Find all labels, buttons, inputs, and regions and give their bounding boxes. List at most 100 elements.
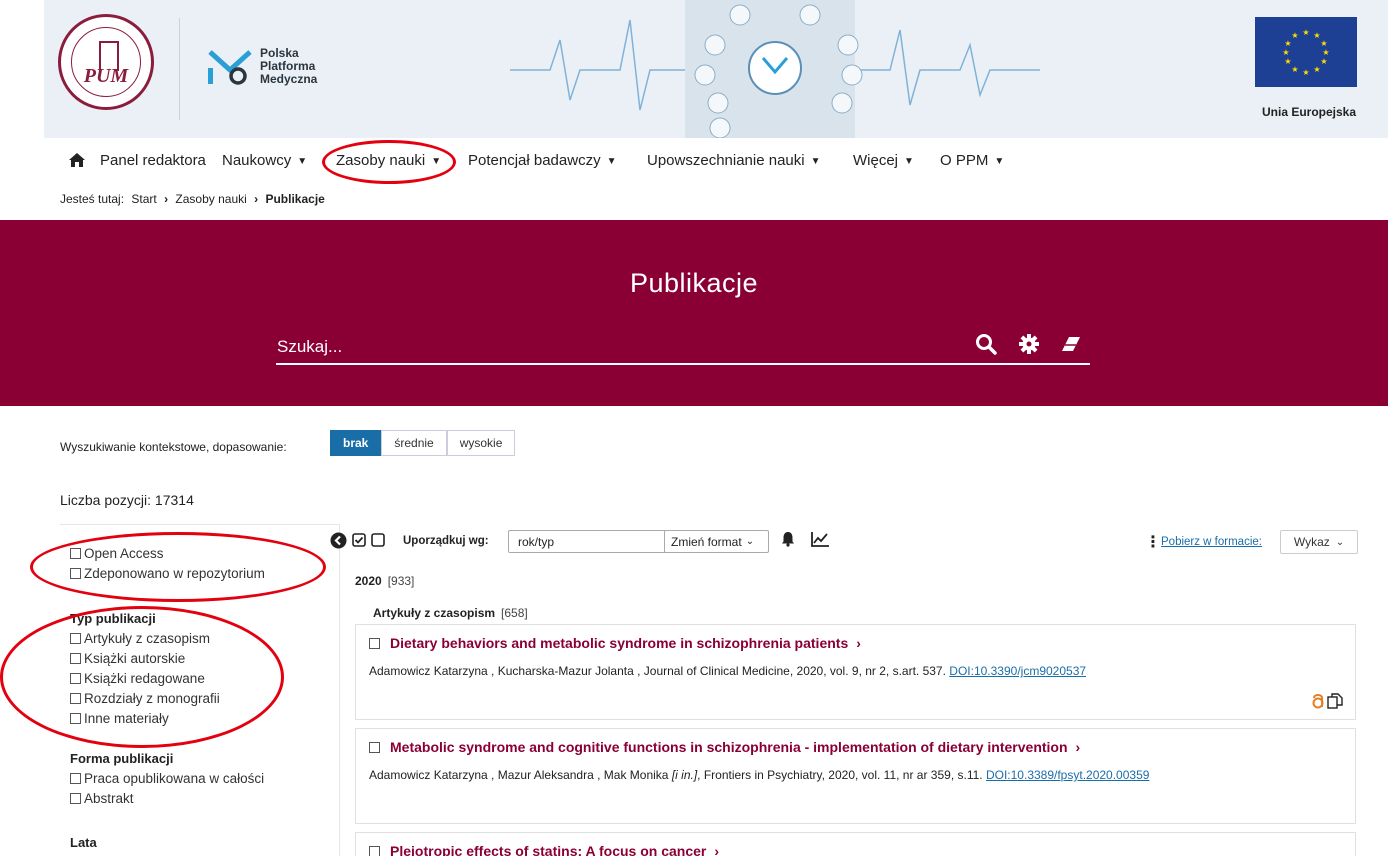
search-underline (276, 363, 1090, 365)
nav-o-ppm[interactable]: O PPM ▼ (940, 152, 1004, 169)
filter-form-full[interactable]: Praca opublikowana w całości (70, 771, 264, 786)
search-icon[interactable] (975, 333, 997, 355)
svg-text:★: ★ (1302, 68, 1309, 77)
breadcrumb-start[interactable]: Start (131, 192, 156, 206)
ppm-logo-icon[interactable] (204, 44, 256, 88)
chart-icon[interactable] (811, 531, 830, 548)
sort-value: rok/typ (518, 534, 555, 549)
search-input[interactable] (277, 332, 927, 362)
checkbox[interactable] (369, 845, 380, 856)
chevron-right-icon[interactable]: › (1076, 739, 1081, 755)
annotation-ellipse-type (0, 606, 284, 748)
publication-card: Dietary behaviors and metabolic syndrome… (355, 624, 1356, 720)
breadcrumb: Jesteś tutaj: Start › Zasoby nauki › Pub… (60, 192, 325, 206)
eu-flag: ★ ★ ★ ★ ★ ★ ★ ★ ★ ★ ★ ★ (1255, 17, 1357, 87)
download-format-link[interactable]: Pobierz w formacie: (1161, 536, 1262, 548)
year-label: 2020 (355, 574, 382, 588)
logo-divider (179, 18, 180, 120)
deselect-all-icon[interactable] (371, 533, 385, 547)
select-all-icon[interactable] (352, 533, 366, 547)
publication-meta: Adamowicz Katarzyna , Mazur Aleksandra ,… (369, 768, 1149, 782)
nav-label: Panel redaktora (100, 152, 206, 169)
svg-text:★: ★ (1284, 39, 1291, 48)
nav-label: O PPM (940, 152, 989, 169)
nav-upowszechnianie-nauki[interactable]: Upowszechnianie nauki ▼ (647, 152, 821, 169)
nav-naukowcy[interactable]: Naukowcy ▼ (222, 152, 307, 169)
eu-stars-icon: ★ ★★ ★★★ ★★★ ★★★ (1282, 28, 1329, 77)
context-search-options: brak średnie wysokie (330, 430, 516, 456)
banner-illustration (510, 0, 1040, 138)
year-group-heading[interactable]: 2020 [933] (355, 574, 414, 588)
nav-potencjal-badawczy[interactable]: Potencjał badawczy ▼ (468, 152, 616, 169)
open-access-icon (1312, 694, 1324, 709)
nav-panel-redaktora[interactable]: Panel redaktora (100, 152, 206, 169)
copy-icon[interactable] (1327, 693, 1343, 709)
svg-text:★: ★ (1282, 48, 1289, 57)
publication-card: Pleiotropic effects of statins: A focus … (355, 832, 1356, 856)
page-title: Publikacje (629, 268, 759, 298)
filter-form-abstract[interactable]: Abstrakt (70, 791, 134, 806)
home-icon[interactable] (68, 152, 86, 168)
nav-wiecej[interactable]: Więcej ▼ (853, 152, 914, 169)
context-option-wysokie[interactable]: wysokie (446, 430, 516, 456)
pum-logo[interactable]: PUM (58, 14, 154, 110)
doi-link[interactable]: DOI:10.3390/jcm9020537 (949, 664, 1086, 678)
svg-text:★: ★ (1291, 31, 1298, 40)
context-option-srednie[interactable]: średnie (381, 430, 447, 456)
nav-label: Więcej (853, 152, 899, 169)
publication-icons (1311, 693, 1343, 709)
list-format-value: Wykaz (1293, 535, 1330, 549)
checkbox[interactable] (70, 793, 81, 804)
list-format-select[interactable]: Wykaz ⌄ (1280, 530, 1358, 554)
kebab-menu-icon[interactable]: ⋮ (1145, 532, 1161, 552)
caret-down-icon: ▼ (904, 156, 914, 167)
caret-down-icon: ▼ (810, 156, 821, 167)
filter-label: Abstrakt (84, 791, 134, 806)
doi-link[interactable]: DOI:10.3389/fpsyt.2020.00359 (986, 768, 1149, 782)
checkbox[interactable] (70, 773, 81, 784)
svg-text:★: ★ (1284, 57, 1291, 66)
checkbox[interactable] (369, 741, 380, 753)
nav-label: Upowszechnianie nauki (647, 152, 805, 169)
annotation-ellipse-nav (322, 140, 456, 184)
collapse-sidebar-icon[interactable] (330, 532, 347, 549)
publication-title-row: Pleiotropic effects of statins: A focus … (369, 843, 719, 856)
bell-icon[interactable] (781, 531, 795, 547)
svg-text:★: ★ (1320, 39, 1327, 48)
ppm-line: Medyczna (260, 72, 318, 86)
breadcrumb-zasoby-nauki[interactable]: Zasoby nauki (175, 192, 246, 206)
publication-title[interactable]: Dietary behaviors and metabolic syndrome… (390, 635, 848, 651)
chevron-right-icon[interactable]: › (856, 635, 861, 651)
caret-down-icon: ▼ (297, 156, 308, 167)
filter-group-form-title: Forma publikacji (70, 751, 174, 766)
publication-title[interactable]: Metabolic syndrome and cognitive functio… (390, 739, 1068, 755)
eraser-icon[interactable] (1060, 333, 1082, 355)
pum-tower-icon (99, 41, 119, 71)
results-toolbar: Uporządkuj wg: rok/typ ⌄ Zmień format ⌄ … (330, 530, 1358, 554)
change-format-select[interactable]: Zmień format ⌄ (664, 530, 769, 553)
chevron-right-icon[interactable]: › (714, 843, 719, 856)
type-group-heading[interactable]: Artykuły z czasopism [658] (373, 606, 528, 620)
svg-text:★: ★ (1322, 48, 1329, 57)
context-option-brak[interactable]: brak (330, 430, 382, 456)
context-search-label: Wyszukiwanie kontekstowe, dopasowanie: (60, 440, 287, 454)
nav-label: Potencjał badawczy (468, 152, 601, 169)
chevron-right-icon: › (254, 192, 259, 206)
chevron-right-icon: › (164, 192, 169, 206)
hero-search: Publikacje (0, 220, 1388, 406)
publication-card: Metabolic syndrome and cognitive functio… (355, 728, 1356, 824)
publication-citation: , Frontiers in Psychiatry, 2020, vol. 11… (697, 768, 983, 782)
gear-icon[interactable] (1018, 333, 1040, 355)
year-count: [933] (387, 574, 415, 588)
publication-title-row: Dietary behaviors and metabolic syndrome… (369, 635, 861, 651)
svg-text:★: ★ (1320, 57, 1327, 66)
publication-authors: Adamowicz Katarzyna , Mazur Aleksandra ,… (369, 768, 669, 782)
publication-title[interactable]: Pleiotropic effects of statins: A focus … (390, 843, 706, 856)
breadcrumb-current: Publikacje (265, 192, 325, 206)
checkbox[interactable] (369, 637, 380, 649)
annotation-ellipse-access (30, 532, 326, 602)
breadcrumb-prefix: Jesteś tutaj: (60, 192, 125, 206)
header-banner: PUM Polska Platforma Medyczna ★ ★ ★ ★ ★ ★ ★ ★… (0, 0, 1388, 138)
ppm-logo-text: Polska Platforma Medyczna (260, 47, 317, 86)
eu-label: Unia Europejska (1262, 105, 1357, 119)
